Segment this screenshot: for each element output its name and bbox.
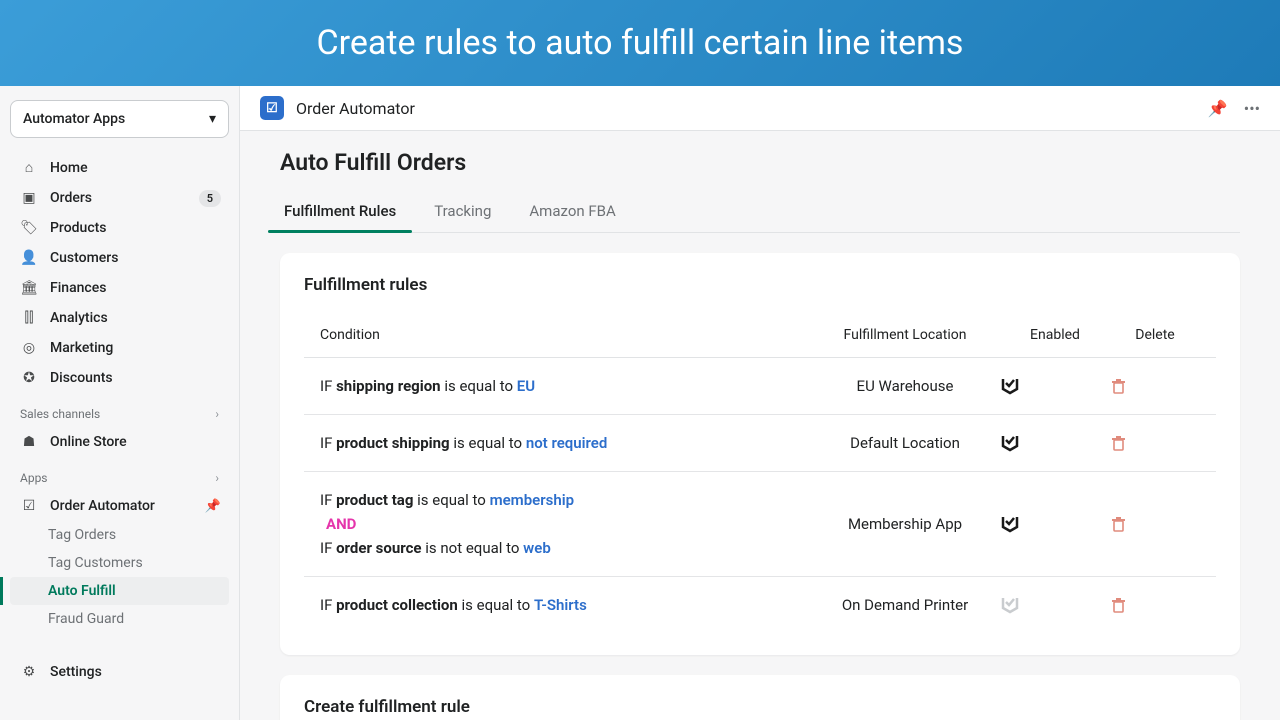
nav-settings[interactable]: ⚙ Settings: [10, 657, 229, 687]
header-location: Fulfillment Location: [810, 327, 1000, 343]
subnav-tag-orders[interactable]: Tag Orders: [10, 521, 229, 549]
nav-order-automator[interactable]: ☑ Order Automator 📌: [10, 491, 229, 521]
sales-channels-header[interactable]: Sales channels ›: [10, 393, 229, 427]
more-button[interactable]: •••: [1244, 99, 1260, 118]
subnav-tag-customers[interactable]: Tag Customers: [10, 549, 229, 577]
pin-icon: 📌: [205, 499, 221, 514]
page-title: Auto Fulfill Orders: [280, 149, 1240, 176]
nav-online-store[interactable]: ☗ Online Store: [10, 427, 229, 457]
nav-label: Finances: [50, 280, 106, 296]
rule-row: IF shipping region is equal to EU EU War…: [304, 358, 1216, 415]
nav-home[interactable]: ⌂ Home: [10, 152, 229, 183]
nav-label: Discounts: [50, 370, 113, 386]
rule-delete-button[interactable]: [1110, 597, 1200, 614]
rule-location: On Demand Printer: [810, 596, 1000, 614]
subnav-auto-fulfill[interactable]: Auto Fulfill: [10, 577, 229, 605]
fulfillment-rules-card: Fulfillment rules Condition Fulfillment …: [280, 253, 1240, 655]
sidebar: Automator Apps ▾ ⌂ Home ▣ Orders 5 🏷 Product…: [0, 86, 240, 720]
bank-icon: 🏛: [20, 280, 38, 296]
nav-discounts[interactable]: ✪ Discounts: [10, 363, 229, 393]
pin-button[interactable]: 📌: [1208, 99, 1228, 118]
rule-enabled-toggle[interactable]: [1000, 376, 1110, 396]
app-logo-icon: ☑: [260, 96, 284, 120]
store-selector-label: Automator Apps: [23, 111, 125, 127]
section-label: Sales channels: [20, 407, 100, 421]
header-delete: Delete: [1110, 327, 1200, 343]
nav-label: Products: [50, 220, 107, 236]
tab-tracking[interactable]: Tracking: [430, 190, 495, 232]
rule-row: IF product collection is equal to T-Shir…: [304, 577, 1216, 633]
section-label: Apps: [20, 471, 48, 485]
tabs: Fulfillment Rules Tracking Amazon FBA: [280, 190, 1240, 233]
app-icon: ☑: [20, 498, 38, 514]
nav-customers[interactable]: 👤 Customers: [10, 243, 229, 273]
chart-icon: ⫿⫿: [20, 310, 38, 326]
gear-icon: ⚙: [20, 664, 38, 680]
rule-delete-button[interactable]: [1110, 516, 1200, 533]
store-selector[interactable]: Automator Apps ▾: [10, 100, 229, 138]
nav-label: Analytics: [50, 310, 108, 326]
rule-condition: IF product collection is equal to T-Shir…: [320, 593, 810, 617]
create-rule-card: Create fulfillment rule: [280, 675, 1240, 720]
nav-finances[interactable]: 🏛 Finances: [10, 273, 229, 303]
tab-amazon-fba[interactable]: Amazon FBA: [525, 190, 619, 232]
nav-label: Order Automator: [50, 498, 155, 514]
rule-row: IF product tag is equal to membershipAND…: [304, 472, 1216, 577]
chevron-right-icon: ›: [215, 471, 219, 485]
card-title: Fulfillment rules: [304, 275, 1216, 295]
nav-label: Home: [50, 160, 88, 176]
rule-enabled-toggle[interactable]: [1000, 595, 1110, 615]
chevron-right-icon: ›: [215, 407, 219, 421]
nav-label: Marketing: [50, 340, 113, 356]
header-enabled: Enabled: [1000, 327, 1110, 343]
orders-badge: 5: [199, 190, 221, 207]
topbar: ☑ Order Automator 📌 •••: [240, 86, 1280, 131]
nav-marketing[interactable]: ◎ Marketing: [10, 333, 229, 363]
nav-orders[interactable]: ▣ Orders 5: [10, 183, 229, 213]
rule-condition: IF product shipping is equal to not requ…: [320, 431, 810, 455]
nav-analytics[interactable]: ⫿⫿ Analytics: [10, 303, 229, 333]
rule-row: IF product shipping is equal to not requ…: [304, 415, 1216, 472]
subnav-fraud-guard[interactable]: Fraud Guard: [10, 605, 229, 633]
person-icon: 👤: [20, 250, 38, 266]
orders-icon: ▣: [20, 190, 38, 206]
app-name: Order Automator: [296, 99, 415, 118]
hero-banner: Create rules to auto fulfill certain lin…: [0, 0, 1280, 86]
rule-location: Membership App: [810, 515, 1000, 533]
nav-label: Orders: [50, 190, 92, 206]
rule-enabled-toggle[interactable]: [1000, 514, 1110, 534]
card-title: Create fulfillment rule: [304, 697, 1216, 717]
target-icon: ◎: [20, 340, 38, 356]
rule-location: EU Warehouse: [810, 377, 1000, 395]
rule-location: Default Location: [810, 434, 1000, 452]
tag-icon: 🏷: [20, 220, 38, 236]
rule-condition: IF shipping region is equal to EU: [320, 374, 810, 398]
tab-fulfillment-rules[interactable]: Fulfillment Rules: [280, 190, 400, 232]
hero-title: Create rules to auto fulfill certain lin…: [317, 23, 964, 63]
rule-delete-button[interactable]: [1110, 378, 1200, 395]
apps-header[interactable]: Apps ›: [10, 457, 229, 491]
nav-products[interactable]: 🏷 Products: [10, 213, 229, 243]
rule-condition: IF product tag is equal to membershipAND…: [320, 488, 810, 560]
nav-label: Customers: [50, 250, 118, 266]
chevron-down-icon: ▾: [209, 111, 216, 127]
home-icon: ⌂: [20, 159, 38, 176]
discount-icon: ✪: [20, 370, 38, 386]
rule-delete-button[interactable]: [1110, 435, 1200, 452]
nav-label: Settings: [50, 664, 102, 680]
rules-table-header: Condition Fulfillment Location Enabled D…: [304, 313, 1216, 358]
nav-label: Online Store: [50, 434, 127, 450]
store-icon: ☗: [20, 434, 38, 450]
rule-enabled-toggle[interactable]: [1000, 433, 1110, 453]
header-condition: Condition: [320, 327, 810, 343]
